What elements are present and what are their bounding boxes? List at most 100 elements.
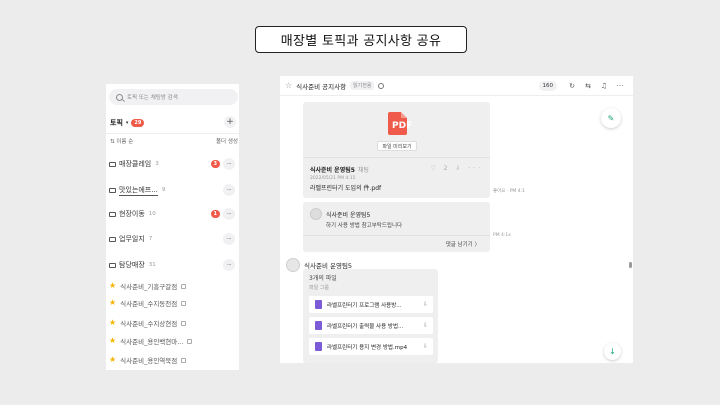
- create-folder-button[interactable]: 폴더 생성: [216, 137, 238, 145]
- star-icon[interactable]: ★: [109, 356, 116, 364]
- scroll-down-button[interactable]: ↓: [604, 343, 621, 360]
- star-icon[interactable]: ★: [109, 299, 116, 307]
- pdf-message-card[interactable]: PDF 파일 미리보기 식사준비 운영팀5 채팅 ♡ 2 ⇩ ··· 2022/0…: [303, 102, 490, 198]
- sort-icon: ⇅: [110, 139, 115, 145]
- document-icon: [315, 342, 322, 351]
- file-count: 3개의 파일: [309, 275, 337, 282]
- document-icon: [315, 300, 322, 309]
- folder-item[interactable]: 업무일지 7 ···: [109, 233, 237, 245]
- folder-item[interactable]: 현장이동 10 1 ···: [109, 208, 237, 220]
- folder-icon: [109, 262, 116, 268]
- file-name: 라벨프린터기 용지 변경 방법.mp4: [327, 344, 408, 351]
- topic-header[interactable]: 토픽 ▾ 29 +: [110, 116, 238, 129]
- file-item[interactable]: 라벨프린터기 용지 변경 방법.mp4 ⇩: [309, 338, 433, 355]
- search-input[interactable]: 토픽 또는 채팅방 검색: [109, 89, 238, 105]
- search-placeholder: 토픽 또는 채팅방 검색: [127, 95, 178, 101]
- lock-icon: [181, 283, 187, 289]
- channel-item[interactable]: ★ 식사준비_수지상현점: [109, 318, 237, 328]
- channel-item[interactable]: ★ 식사준비_용인역북점: [109, 355, 237, 365]
- more-icon[interactable]: ···: [615, 81, 625, 91]
- divider: [303, 157, 490, 158]
- channel-item[interactable]: ★ 식사준비_용인백현마...: [109, 336, 237, 346]
- folder-icon: [109, 236, 116, 242]
- more-icon[interactable]: ···: [223, 259, 235, 271]
- document-icon: [315, 321, 322, 330]
- swap-icon[interactable]: ⇆: [583, 81, 593, 91]
- folder-item[interactable]: 탐당매장 31 ···: [109, 259, 237, 271]
- file-item[interactable]: 라벨프린터기 프로그램 사용방... ⇩: [309, 296, 433, 313]
- file-name: 라벨프린터기 프로그램 사용방...: [327, 302, 402, 309]
- folder-item[interactable]: 맛있는에프... 9 ···: [109, 184, 237, 196]
- channel-name: 식사준비_수지동천점: [120, 300, 178, 308]
- topic-count-badge: 29: [131, 119, 145, 127]
- folder-name: 탐당매장: [119, 261, 145, 269]
- folder-name: 현장이동: [119, 210, 145, 218]
- message-actions[interactable]: ♡ 2 ⇩ ···: [430, 165, 483, 172]
- lock-icon: [181, 357, 187, 363]
- member-count-button[interactable]: 160: [538, 81, 557, 91]
- lock-icon: [181, 300, 187, 306]
- file-preview-button[interactable]: 파일 미리보기: [377, 141, 417, 151]
- file-group-label: 파일 그룹: [309, 285, 329, 291]
- folder-count: 9: [161, 187, 166, 193]
- sort-row: ⇅ 이름 순 폴더 생성: [110, 137, 238, 145]
- topic-label: 토픽: [110, 119, 123, 127]
- refresh-icon[interactable]: ↻: [567, 81, 577, 91]
- more-icon[interactable]: ···: [223, 158, 235, 170]
- file-item[interactable]: 라벨프린터기 출력물 사용 방법... ⇩: [309, 317, 433, 334]
- more-icon[interactable]: ···: [223, 233, 235, 245]
- topic-sidebar: 토픽 또는 채팅방 검색 토픽 ▾ 29 + ⇅ 이름 순 폴더 생성 매장클레…: [106, 84, 239, 370]
- download-icon[interactable]: ⇩: [423, 301, 428, 308]
- more-icon[interactable]: ···: [223, 208, 235, 220]
- sort-button[interactable]: ⇅ 이름 순: [110, 137, 133, 145]
- like-timestamp: 좋아요 · PM 4:1: [493, 189, 525, 194]
- download-icon[interactable]: ⇩: [423, 343, 428, 350]
- reply-card[interactable]: 식사준비 운영팀5 하기 사용 방법 참고부탁드립니다 댓글 남기기 〉: [303, 202, 490, 252]
- add-topic-button[interactable]: +: [224, 116, 236, 128]
- notification-icon[interactable]: ♫: [599, 81, 609, 91]
- star-icon[interactable]: ★: [109, 282, 116, 290]
- folder-icon: [109, 187, 116, 193]
- unread-badge: 1: [210, 210, 220, 218]
- reply-text: 하기 사용 방법 참고부탁드립니다: [326, 223, 403, 229]
- download-icon[interactable]: ⇩: [423, 322, 428, 329]
- folder-name: 업무일지: [119, 235, 145, 243]
- reply-sender: 식사준비 운영팀5: [326, 212, 371, 219]
- divider: [303, 235, 490, 236]
- channel-name: 식사준비_용인역북점: [120, 357, 178, 365]
- info-icon[interactable]: [378, 82, 385, 89]
- readonly-tag: 읽기전용: [350, 81, 375, 90]
- divider: [106, 133, 239, 134]
- chevron-down-icon[interactable]: ▾: [126, 120, 129, 126]
- unread-badge: 3: [210, 160, 220, 168]
- lock-icon: [181, 320, 187, 326]
- lock-icon: [187, 338, 193, 344]
- message-timestamp: 2022/05/21 PM 4:15: [310, 176, 356, 181]
- channel-item[interactable]: ★ 식사준비_수지동천점: [109, 298, 237, 308]
- channel-name: 식사준비_용인백현마...: [120, 338, 184, 346]
- folder-name: 매장클레임: [119, 160, 152, 168]
- avatar: [310, 208, 322, 220]
- more-icon[interactable]: ···: [223, 184, 235, 196]
- star-icon[interactable]: ★: [109, 319, 116, 327]
- message-sender: 식사준비 운영팀5 채팅: [310, 167, 369, 174]
- write-notice-button[interactable]: ✎: [601, 108, 621, 128]
- member-count: 160: [542, 83, 554, 89]
- avatar[interactable]: [286, 258, 300, 272]
- megaphone-icon: ✎: [607, 113, 615, 123]
- chat-panel: ☆ 식사준비 공지사항 읽기전용 160 ↻ ⇆ ♫ ··· PDF 파일 미리…: [280, 76, 633, 363]
- chat-header: ☆ 식사준비 공지사항 읽기전용 160 ↻ ⇆ ♫ ···: [280, 76, 633, 96]
- folder-icon: [109, 211, 116, 217]
- star-icon[interactable]: ★: [109, 337, 116, 345]
- folder-count: 7: [148, 236, 153, 242]
- folder-icon: [109, 161, 116, 167]
- folder-item[interactable]: 매장클레임 3 3 ···: [109, 158, 237, 170]
- channel-item[interactable]: ★ 식사준비_기흥구갈점: [109, 281, 237, 291]
- folder-count: 31: [148, 262, 156, 268]
- favorite-icon[interactable]: ☆: [285, 81, 292, 90]
- file-name[interactable]: 라벨프린터기 도입의 件.pdf: [310, 183, 381, 192]
- comment-button[interactable]: 댓글 남기기 〉: [446, 240, 480, 248]
- slide-title: 매장별 토픽과 공지사항 공유: [255, 26, 467, 53]
- scrollbar[interactable]: [629, 262, 632, 268]
- reply-timestamp: PM 4:1x: [493, 233, 511, 238]
